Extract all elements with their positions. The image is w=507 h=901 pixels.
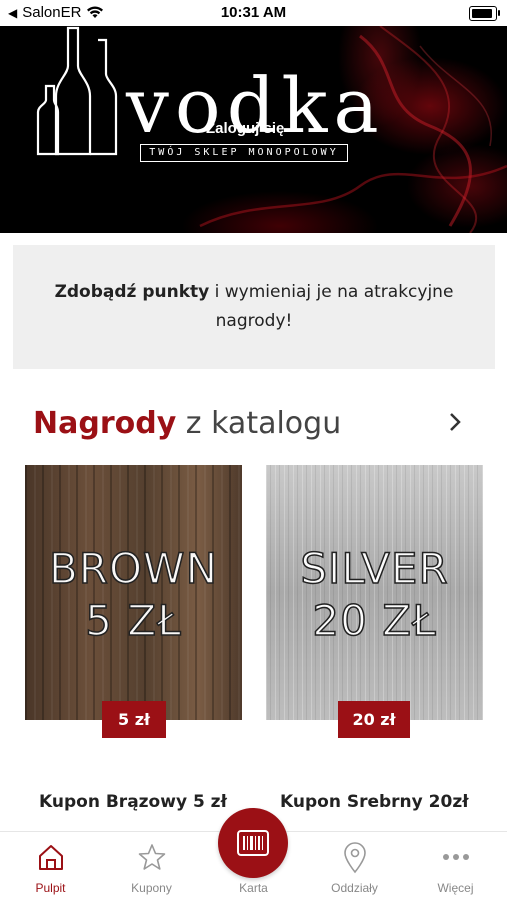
card-line1: BROWN bbox=[48, 543, 218, 594]
battery-icon bbox=[469, 6, 500, 21]
card-line2: 5 ZŁ bbox=[85, 595, 182, 646]
hero-banner: vodka TWÓJ SKLEP MONOPOLOWY Zaloguj się bbox=[0, 26, 507, 233]
login-link[interactable]: Zaloguj się bbox=[206, 120, 284, 137]
card-line1: SILVER bbox=[300, 543, 449, 594]
price-badge: 5 zł bbox=[102, 701, 166, 738]
points-promo-box: Zdobądź punkty i wymieniaj je na atrakcy… bbox=[13, 245, 495, 369]
brand-tagline: TWÓJ SKLEP MONOPOLOWY bbox=[140, 144, 348, 162]
tab-label: Oddziały bbox=[331, 881, 378, 895]
tab-label: Kupony bbox=[131, 881, 172, 895]
map-pin-icon bbox=[344, 842, 366, 874]
section-title-rest: z katalogu bbox=[176, 406, 342, 441]
tab-oddzialy[interactable]: Oddziały bbox=[304, 832, 405, 901]
reward-card-silver[interactable]: SILVER 20 ZŁ bbox=[266, 465, 483, 720]
home-icon bbox=[39, 845, 63, 870]
tab-pulpit[interactable]: Pulpit bbox=[0, 832, 101, 901]
card-fab-button[interactable] bbox=[218, 808, 288, 878]
promo-text: Zdobądź punkty i wymieniaj je na atrakcy… bbox=[29, 278, 479, 336]
section-title: Nagrody z katalogu bbox=[33, 404, 473, 444]
tab-kupony[interactable]: Kupony bbox=[101, 832, 202, 901]
reward-name[interactable]: Kupon Srebrny 20zł bbox=[280, 792, 469, 812]
chevron-right-icon[interactable] bbox=[449, 412, 461, 432]
reward-card-brown[interactable]: BROWN 5 ZŁ bbox=[25, 465, 242, 720]
tab-label: Pulpit bbox=[35, 881, 66, 895]
barcode-icon bbox=[237, 830, 269, 856]
card-graphic-text: SILVER 20 ZŁ bbox=[266, 543, 483, 647]
tab-wiecej[interactable]: Więcej bbox=[405, 832, 506, 901]
card-graphic-text: BROWN 5 ZŁ bbox=[25, 543, 242, 647]
bottles-logo-icon bbox=[36, 26, 118, 156]
star-icon bbox=[138, 844, 166, 870]
card-line2: 20 ZŁ bbox=[312, 595, 437, 646]
status-time: 10:31 AM bbox=[220, 4, 287, 21]
promo-rest: i wymieniaj je na atrakcyjne nagrody! bbox=[209, 282, 454, 331]
tab-label: Więcej bbox=[437, 881, 474, 895]
more-icon bbox=[443, 854, 469, 860]
tab-label: Karta bbox=[239, 881, 268, 895]
price-badge: 20 zł bbox=[338, 701, 410, 738]
section-title-accent: Nagrody bbox=[33, 406, 177, 441]
reward-name[interactable]: Kupon Brązowy 5 zł bbox=[39, 792, 227, 812]
promo-bold: Zdobądź punkty bbox=[54, 282, 210, 302]
status-bar: ◀ SalonER 10:31 AM bbox=[0, 0, 507, 26]
rewards-section-header[interactable]: Nagrody z katalogu bbox=[33, 404, 473, 444]
